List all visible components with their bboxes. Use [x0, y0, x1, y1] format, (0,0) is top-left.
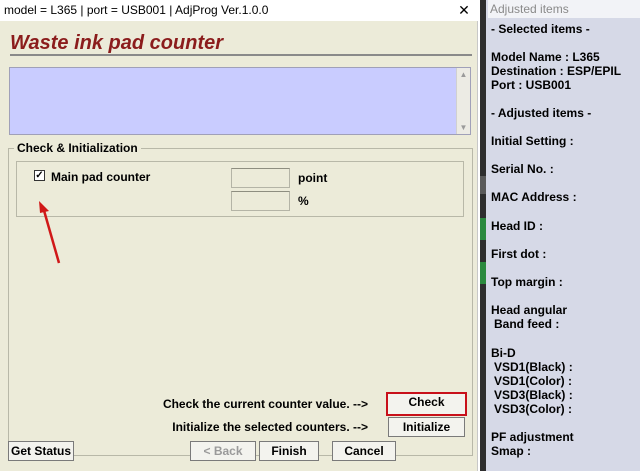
info-scrollbar[interactable]: ▲ ▼	[456, 68, 470, 134]
smap-label: Smap :	[491, 444, 532, 458]
cancel-button[interactable]: Cancel	[332, 441, 396, 461]
port-label: Port : USB001	[491, 78, 572, 92]
vsd1-black-label: VSD1(Black) :	[494, 360, 573, 374]
first-dot-label: First dot :	[491, 247, 547, 261]
title-bar: model = L365 | port = USB001 | AdjProg V…	[0, 0, 480, 21]
check-initialization-group: Check & Initialization ✓ Main pad counte…	[8, 141, 473, 456]
head-id-label: Head ID :	[491, 219, 544, 233]
separator-accent	[480, 262, 486, 284]
counter-point-field	[231, 168, 290, 188]
dialog-body: Waste ink pad counter ▲ ▼ Check & Initia…	[0, 21, 478, 471]
selected-items-title: - Selected items -	[491, 22, 590, 36]
check-instruction-text: Check the current counter value. -->	[162, 397, 368, 411]
main-pad-counter-checkbox[interactable]: ✓	[34, 170, 45, 181]
vsd3-black-label: VSD3(Black) :	[494, 388, 573, 402]
panel-title: Adjusted items	[490, 2, 569, 16]
counter-percent-field	[231, 191, 290, 211]
panel-header: Adjusted items	[488, 0, 640, 18]
initialize-instruction-text: Initialize the selected counters. -->	[172, 420, 368, 434]
counter-panel: ✓ Main pad counter point %	[16, 161, 464, 217]
vsd3-color-label: VSD3(Color) :	[494, 402, 572, 416]
page-heading: Waste ink pad counter	[10, 32, 472, 56]
initial-setting-label: Initial Setting :	[491, 134, 574, 148]
destination-label: Destination : ESP/EPIL	[491, 64, 622, 78]
back-button[interactable]: < Back	[190, 441, 256, 461]
adjprog-window: model = L365 | port = USB001 | AdjProg V…	[0, 0, 480, 471]
info-textbox[interactable]: ▲ ▼	[9, 67, 471, 135]
get-status-button[interactable]: Get Status	[8, 441, 74, 461]
head-angular-label: Head angular	[491, 303, 568, 317]
check-button[interactable]: Check	[386, 392, 467, 416]
window-title: model = L365 | port = USB001 | AdjProg V…	[4, 3, 269, 17]
mac-address-label: MAC Address :	[491, 190, 577, 204]
finish-button[interactable]: Finish	[259, 441, 319, 461]
separator-accent	[480, 176, 486, 194]
unit-percent-label: %	[298, 194, 309, 208]
model-name-label: Model Name : L365	[491, 50, 600, 64]
vsd1-color-label: VSD1(Color) :	[494, 374, 572, 388]
serial-no-label: Serial No. :	[491, 162, 554, 176]
scroll-down-icon[interactable]: ▼	[457, 121, 470, 134]
bid-label: Bi-D	[491, 346, 516, 360]
separator-accent	[480, 218, 486, 240]
unit-point-label: point	[298, 171, 328, 185]
group-legend: Check & Initialization	[14, 141, 141, 155]
adjusted-items-panel: Adjusted items - Selected items - Model …	[480, 0, 640, 471]
top-margin-label: Top margin :	[491, 275, 563, 289]
main-pad-counter-label: Main pad counter	[51, 170, 151, 184]
close-icon[interactable]: ✕	[454, 0, 474, 20]
initialize-button[interactable]: Initialize	[388, 417, 465, 437]
scroll-up-icon[interactable]: ▲	[457, 68, 470, 81]
adjusted-items-title: - Adjusted items -	[491, 106, 592, 120]
band-feed-label: Band feed :	[494, 317, 560, 331]
red-arrow-icon	[39, 201, 61, 264]
page-title: Waste ink pad counter	[10, 32, 224, 54]
pf-adjustment-label: PF adjustment	[491, 430, 574, 444]
